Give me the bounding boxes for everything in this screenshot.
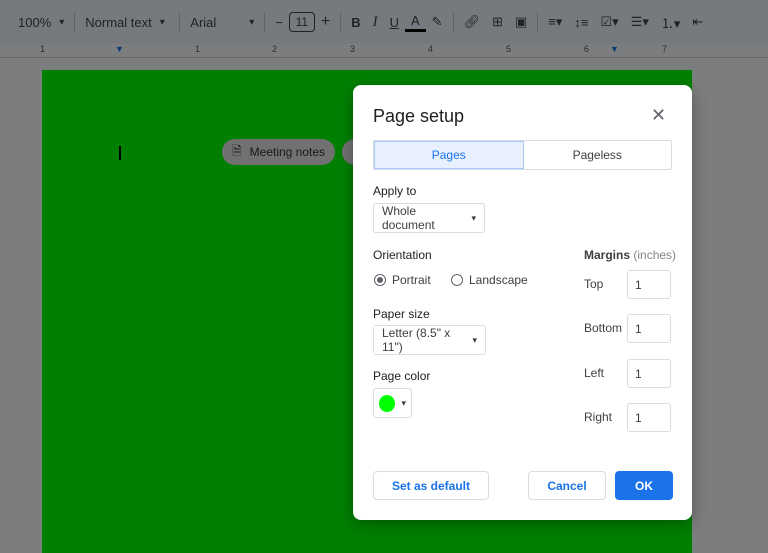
radio-checked-icon — [374, 274, 386, 286]
margin-left-label: Left — [584, 366, 605, 380]
paper-size-select[interactable]: Letter (8.5" x 11") — [373, 325, 486, 355]
ok-button[interactable]: OK — [615, 471, 673, 500]
page-mode-tabs: Pages Pageless — [373, 140, 672, 170]
portrait-label: Portrait — [392, 273, 431, 287]
close-icon[interactable]: ✕ — [651, 105, 666, 126]
apply-to-label: Apply to — [373, 184, 417, 198]
margins-label: Margins (inches) — [584, 248, 677, 262]
landscape-radio[interactable]: Landscape — [451, 273, 528, 287]
page-color-label: Page color — [373, 369, 431, 383]
radio-unchecked-icon — [451, 274, 463, 286]
margin-top-label: Top — [584, 277, 604, 291]
page-color-select[interactable] — [373, 388, 412, 418]
tab-pageless[interactable]: Pageless — [524, 141, 672, 169]
margin-left-input[interactable]: 1 — [627, 359, 671, 388]
margin-right-input[interactable]: 1 — [627, 403, 671, 432]
margin-bottom-label: Bottom — [584, 321, 623, 335]
page-setup-dialog: Page setup ✕ Pages Pageless Apply to Who… — [353, 85, 692, 520]
margin-bottom-input[interactable]: 1 — [627, 314, 671, 343]
portrait-radio[interactable]: Portrait — [374, 273, 431, 287]
set-as-default-button[interactable]: Set as default — [373, 471, 489, 500]
orientation-label: Orientation — [373, 248, 432, 262]
cancel-button[interactable]: Cancel — [528, 471, 606, 500]
tab-pages[interactable]: Pages — [374, 141, 524, 169]
dialog-title: Page setup — [373, 106, 465, 126]
margin-top-input[interactable]: 1 — [627, 270, 671, 299]
margin-right-label: Right — [584, 410, 613, 424]
paper-size-label: Paper size — [373, 307, 430, 321]
color-swatch — [379, 394, 396, 412]
landscape-label: Landscape — [469, 273, 528, 287]
apply-to-select[interactable]: Whole document — [373, 203, 485, 233]
